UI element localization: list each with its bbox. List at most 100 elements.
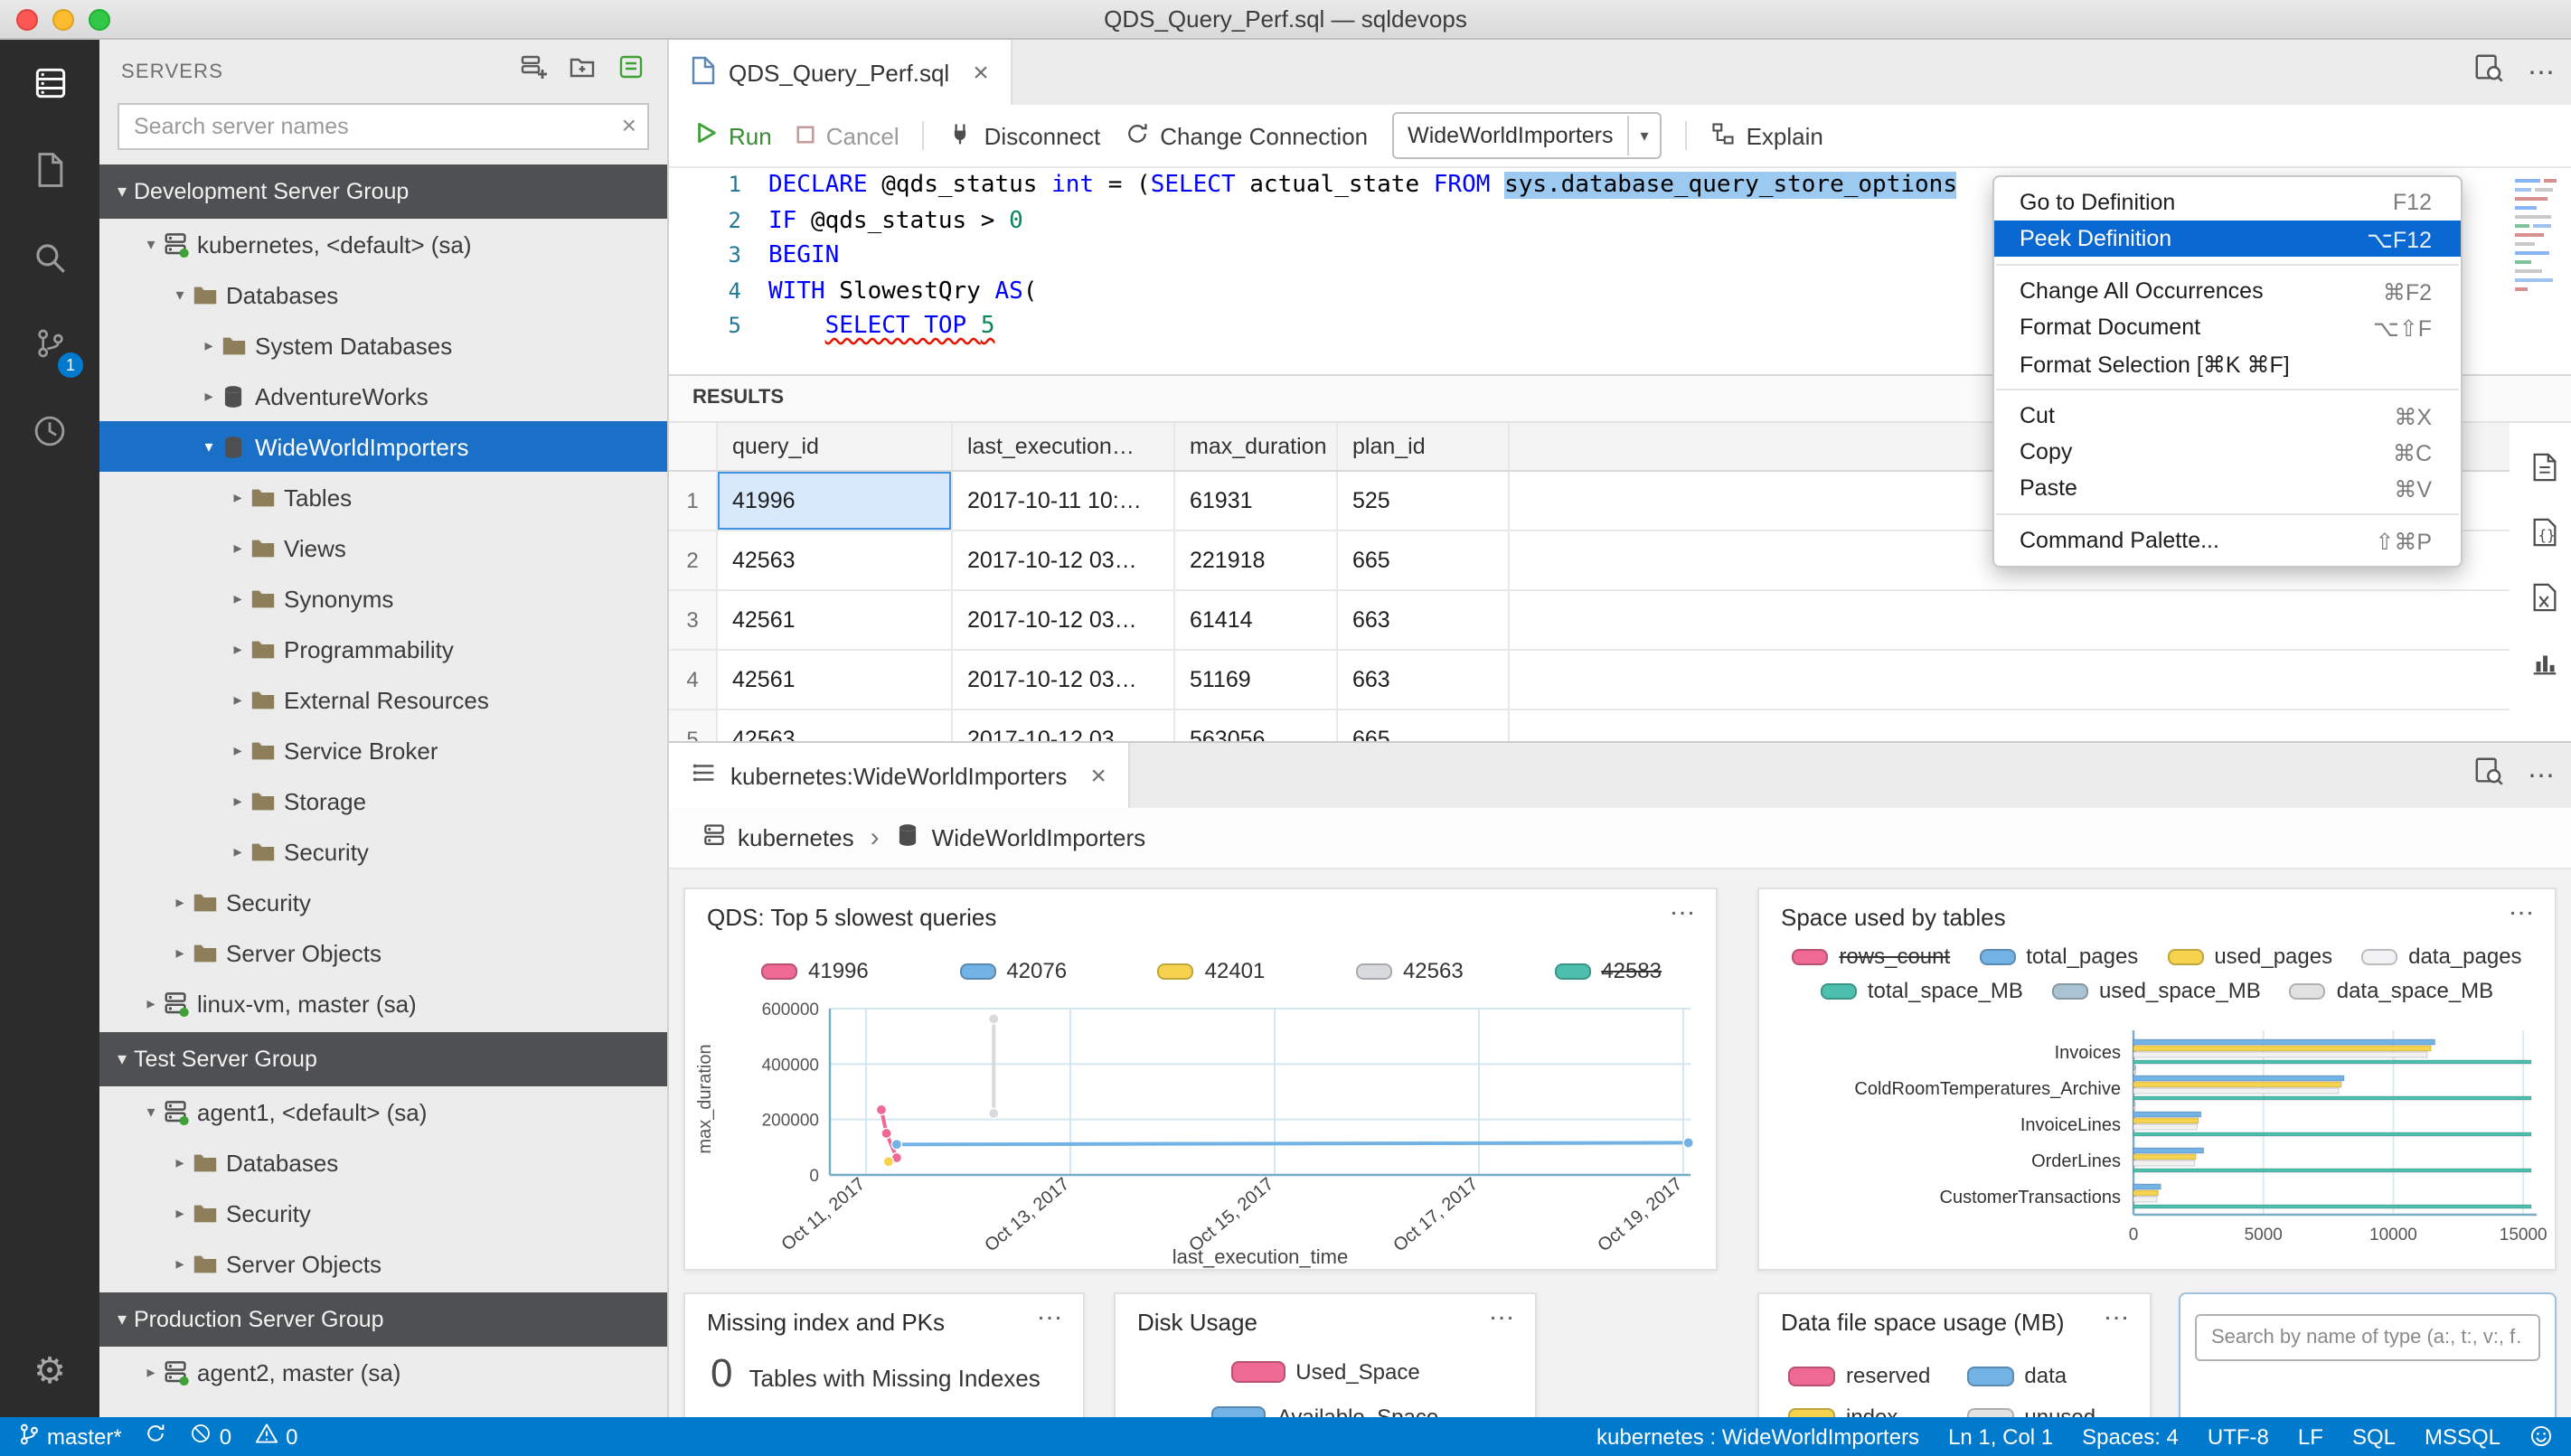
legend-item-data[interactable]: data <box>1966 1363 2095 1388</box>
more-actions-icon[interactable]: ⋯ <box>2528 759 2557 792</box>
status-warning[interactable]: 0 <box>255 1423 297 1451</box>
legend-item-reserved[interactable]: reserved <box>1788 1363 1930 1388</box>
clear-search-icon[interactable]: × <box>622 110 636 139</box>
open-preview-icon[interactable] <box>2473 756 2504 795</box>
new-server-group-icon[interactable] <box>568 52 597 90</box>
row-number[interactable]: 4 <box>669 651 718 709</box>
tree-item-service-broker[interactable]: ▸ Service Broker <box>99 725 667 775</box>
legend-item-42076[interactable]: 42076 <box>959 958 1067 983</box>
tree-item-synonyms[interactable]: ▸ Synonyms <box>99 573 667 624</box>
menu-item-copy[interactable]: Copy ⌘C <box>1994 434 2461 470</box>
menu-item-format-selection-k-f[interactable]: Format Selection [⌘K ⌘F] <box>1994 345 2461 381</box>
tree-item-security[interactable]: ▸ Security <box>99 826 667 877</box>
expand-arrow-icon[interactable]: ▸ <box>168 943 192 963</box>
widget-options-icon[interactable]: … <box>1036 1296 1065 1327</box>
result-cell[interactable]: 42561 <box>718 591 953 649</box>
server-group-header-development-server-group[interactable]: ▾ Development Server Group <box>99 164 667 219</box>
breadcrumb-server[interactable]: kubernetes <box>702 822 854 853</box>
widget-options-icon[interactable]: … <box>1488 1296 1517 1327</box>
legend-item-data-space-mb[interactable]: data_space_MB <box>2289 978 2493 1003</box>
widget-options-icon[interactable]: … <box>2103 1296 2132 1327</box>
legend-item-total-space-mb[interactable]: total_space_MB <box>1820 978 2023 1003</box>
status-git-branch[interactable]: master* <box>18 1423 122 1451</box>
tree-item-agent1-default-sa[interactable]: ▾ agent1, <default> (sa) <box>99 1086 667 1137</box>
row-number[interactable]: 3 <box>669 591 718 649</box>
cancel-button[interactable]: Cancel <box>796 122 899 149</box>
tree-item-agent2-master-sa[interactable]: ▸ agent2, master (sa) <box>99 1347 667 1397</box>
result-cell[interactable]: 663 <box>1338 591 1510 649</box>
tree-item-databases[interactable]: ▸ Databases <box>99 1137 667 1188</box>
tree-item-system-databases[interactable]: ▸ System Databases <box>99 320 667 371</box>
expand-arrow-icon[interactable]: ▸ <box>168 1203 192 1223</box>
legend-item-42563[interactable]: 42563 <box>1355 958 1464 983</box>
explain-button[interactable]: Explain <box>1710 120 1823 151</box>
legend-item-index[interactable]: index <box>1788 1404 1930 1417</box>
legend-item-data-pages[interactable]: data_pages <box>2361 944 2522 969</box>
tree-item-server-objects[interactable]: ▸ Server Objects <box>99 1238 667 1289</box>
result-cell[interactable]: 61931 <box>1175 472 1338 530</box>
status-mssql[interactable]: MSSQL <box>2425 1424 2500 1450</box>
expand-arrow-icon[interactable]: ▸ <box>139 993 163 1013</box>
legend-item-42583[interactable]: 42583 <box>1554 958 1662 983</box>
legend-item-41996[interactable]: 41996 <box>761 958 869 983</box>
status-utf-8[interactable]: UTF-8 <box>2208 1424 2269 1450</box>
explorer-icon[interactable] <box>0 127 99 213</box>
expand-arrow-icon[interactable]: ▸ <box>226 740 250 760</box>
status-lf[interactable]: LF <box>2298 1424 2323 1450</box>
expand-arrow-icon[interactable]: ▾ <box>139 1102 163 1122</box>
feedback-smiley-icon[interactable] <box>2529 1425 2553 1449</box>
tree-item-tables[interactable]: ▸ Tables <box>99 472 667 522</box>
widget-options-icon[interactable]: … <box>2508 891 2537 922</box>
change-connection-button[interactable]: Change Connection <box>1124 120 1368 151</box>
object-search-input[interactable] <box>2195 1314 2540 1361</box>
expand-arrow-icon[interactable]: ▸ <box>226 538 250 558</box>
result-cell[interactable]: 2017-10-12 03… <box>953 531 1175 589</box>
save-csv-icon[interactable] <box>2529 452 2560 492</box>
legend-item-42401[interactable]: 42401 <box>1157 958 1265 983</box>
result-cell[interactable]: 2017-10-12 03… <box>953 591 1175 649</box>
row-number[interactable]: 1 <box>669 472 718 530</box>
server-group-header-test-server-group[interactable]: ▾ Test Server Group <box>99 1032 667 1086</box>
result-cell[interactable]: 61414 <box>1175 591 1338 649</box>
close-tab-icon[interactable]: × <box>1090 760 1107 791</box>
expand-arrow-icon[interactable]: ▸ <box>226 791 250 811</box>
column-header-max-duration[interactable]: max_duration <box>1175 423 1338 470</box>
tree-item-storage[interactable]: ▸ Storage <box>99 775 667 826</box>
status-spaces-4[interactable]: Spaces: 4 <box>2082 1424 2179 1450</box>
tree-item-views[interactable]: ▸ Views <box>99 522 667 573</box>
history-icon[interactable] <box>0 387 99 474</box>
result-cell[interactable]: 665 <box>1338 531 1510 589</box>
legend-item-unused[interactable]: unused <box>1966 1404 2095 1417</box>
expand-arrow-icon[interactable]: ▸ <box>226 639 250 659</box>
expand-arrow-icon[interactable]: ▸ <box>197 335 221 355</box>
tree-item-programmability[interactable]: ▸ Programmability <box>99 624 667 674</box>
expand-arrow-icon[interactable]: ▾ <box>110 1310 134 1329</box>
status-ln-1-col-1[interactable]: Ln 1, Col 1 <box>1948 1424 2053 1450</box>
expand-arrow-icon[interactable]: ▸ <box>168 1254 192 1273</box>
result-cell[interactable]: 42563 <box>718 531 953 589</box>
result-cell[interactable]: 41996 <box>718 472 953 530</box>
tree-item-kubernetes-default-sa[interactable]: ▾ kubernetes, <default> (sa) <box>99 219 667 269</box>
open-preview-icon[interactable] <box>2473 52 2504 92</box>
widget-options-icon[interactable]: … <box>1669 891 1698 922</box>
more-actions-icon[interactable]: ⋯ <box>2528 56 2557 89</box>
menu-item-peek-definition[interactable]: Peek Definition ⌥F12 <box>1994 221 2461 257</box>
legend-item-used-space-mb[interactable]: used_space_MB <box>2051 978 2261 1003</box>
expand-arrow-icon[interactable]: ▾ <box>110 1049 134 1069</box>
legend-item-available-space[interactable]: Available_Space <box>1211 1404 1438 1417</box>
expand-arrow-icon[interactable]: ▾ <box>110 182 134 202</box>
expand-arrow-icon[interactable]: ▸ <box>168 892 192 912</box>
search-icon[interactable] <box>0 213 99 300</box>
result-row[interactable]: 5 42563 2017-10-12 03… 563056 665 <box>669 710 2510 741</box>
server-search-input[interactable] <box>118 103 649 150</box>
tree-item-external-resources[interactable]: ▸ External Resources <box>99 674 667 725</box>
server-group-header-production-server-group[interactable]: ▾ Production Server Group <box>99 1292 667 1347</box>
add-connection-icon[interactable] <box>519 52 548 90</box>
result-cell[interactable]: 2017-10-12 03… <box>953 651 1175 709</box>
minimap[interactable] <box>2513 175 2562 356</box>
expand-arrow-icon[interactable]: ▾ <box>139 234 163 254</box>
result-cell[interactable]: 2017-10-11 10:… <box>953 472 1175 530</box>
result-row[interactable]: 3 42561 2017-10-12 03… 61414 663 <box>669 591 2510 651</box>
run-button[interactable]: Run <box>694 121 772 150</box>
expand-arrow-icon[interactable]: ▸ <box>226 690 250 709</box>
